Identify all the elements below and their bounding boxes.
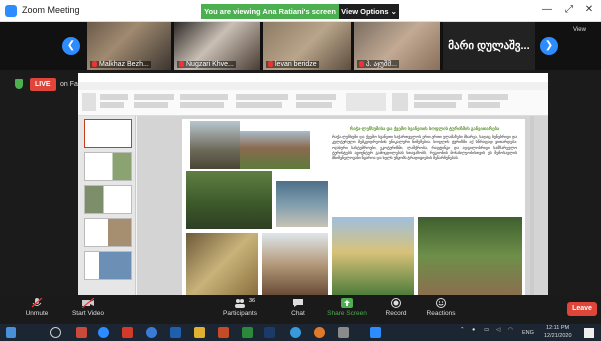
view-label[interactable]: View: [573, 27, 586, 33]
muted-mic-icon: [359, 61, 364, 68]
window-title: Zoom Meeting: [22, 5, 80, 15]
slide-photo: [240, 131, 310, 169]
slide-thumbnail[interactable]: [84, 218, 132, 247]
network-icon[interactable]: ▭: [484, 327, 489, 333]
participant-name: პ. აჯუშშ...: [366, 61, 397, 68]
slide-body-text: რაჭა-ლეჩხუმი და ქვემო სვანეთი საქართველო…: [332, 135, 517, 161]
participant-tile[interactable]: levan beridze: [263, 22, 351, 70]
chrome-icon[interactable]: [98, 327, 109, 338]
participant-tile[interactable]: Malkhaz Bezh...: [87, 22, 171, 70]
slide-photo: [190, 121, 240, 169]
participants-count: 36: [249, 298, 256, 304]
slide-thumbnail[interactable]: [84, 152, 132, 181]
app-icon[interactable]: [338, 327, 349, 338]
smiley-reaction-icon: [436, 298, 446, 308]
clock-date[interactable]: 12/21/2020: [544, 333, 572, 339]
slide-thumbnail[interactable]: [84, 119, 132, 148]
muted-mic-icon: [92, 61, 97, 68]
clock-time[interactable]: 12:11 PM: [546, 325, 569, 331]
reactions-button[interactable]: Reactions: [423, 298, 459, 317]
chat-bubble-icon: [293, 299, 303, 307]
tray-chevron-icon[interactable]: ⌃: [460, 327, 465, 333]
participant-tile[interactable]: Nugzari Khve...: [174, 22, 260, 70]
wifi-icon[interactable]: ◠: [508, 327, 513, 333]
participant-name: Malkhaz Bezh...: [99, 61, 149, 68]
file-explorer-icon[interactable]: [194, 327, 205, 338]
slide-heading: რაჭა-ლეჩხუმისა და ქვემო სვანეთის სოფლის …: [349, 126, 500, 131]
start-video-button[interactable]: Start Video: [66, 298, 110, 317]
title-bar: Zoom Meeting You are viewing Ana Ratiani…: [0, 0, 601, 22]
browser-icon[interactable]: [146, 327, 157, 338]
record-icon: [391, 298, 401, 308]
search-icon[interactable]: [50, 327, 61, 338]
input-language[interactable]: ENG: [522, 330, 534, 336]
slide-thumbnail[interactable]: [84, 185, 132, 214]
browser-icon[interactable]: [290, 327, 301, 338]
slide-photo: [186, 171, 272, 229]
acrobat-icon[interactable]: [122, 327, 133, 338]
unmute-button[interactable]: Unmute: [18, 298, 56, 317]
spreadsheet-icon[interactable]: [242, 327, 253, 338]
slide-photo: [276, 181, 328, 227]
share-screen-icon: [341, 298, 353, 308]
zoom-window: Zoom Meeting You are viewing Ana Ratiani…: [0, 0, 601, 341]
slide-photo: [418, 217, 522, 295]
slide-photo: [262, 233, 328, 295]
slide-thumbnail[interactable]: [84, 251, 132, 280]
current-slide[interactable]: რაჭა-ლეჩხუმისა და ქვემო სვანეთის სოფლის …: [182, 119, 525, 295]
paste-icon: [82, 93, 96, 111]
notification-icon[interactable]: [584, 328, 594, 338]
ppt-ribbon: [78, 90, 548, 116]
participant-tile[interactable]: პ. აჯუშშ...: [354, 22, 440, 70]
slide-photo: [186, 233, 258, 295]
ppt-menu-bar: [78, 82, 548, 99]
vertical-scrollbar[interactable]: [530, 116, 534, 296]
close-icon[interactable]: ✕: [582, 3, 596, 17]
share-screen-button[interactable]: Share Screen: [324, 298, 370, 317]
muted-mic-icon: [179, 61, 184, 68]
participant-name: levan beridze: [275, 61, 317, 68]
video-off-icon: [82, 298, 94, 308]
slide-editor: რაჭა-ლეჩხუმისა და ქვემო სვანეთის სოფლის …: [137, 116, 548, 295]
shared-screen: რაჭა-ლეჩხუმისა და ქვემო სვანეთის სოფლის …: [78, 73, 548, 295]
live-badge[interactable]: LIVE: [30, 78, 56, 91]
zoom-taskbar-icon[interactable]: [370, 327, 381, 338]
security-shield-icon: [15, 79, 23, 89]
firefox-icon[interactable]: [314, 327, 325, 338]
participants-icon: [235, 299, 245, 308]
view-options-button[interactable]: View Options ⌄: [339, 4, 399, 19]
participant-name-tile[interactable]: მარი დულაშვ...: [443, 22, 535, 70]
leave-button[interactable]: Leave: [567, 302, 597, 316]
volume-icon[interactable]: ◁: [496, 327, 500, 333]
muted-mic-icon: [268, 61, 273, 68]
chat-button[interactable]: Chat: [284, 298, 312, 317]
ppt-title-bar: [78, 73, 548, 82]
slide-thumbnails[interactable]: [78, 116, 136, 295]
tray-person-icon[interactable]: ●: [472, 327, 475, 333]
next-page-arrow-icon[interactable]: ❯: [540, 37, 558, 55]
restore-icon[interactable]: ⤢: [562, 3, 576, 17]
record-button[interactable]: Record: [381, 298, 411, 317]
app-icon[interactable]: [170, 327, 181, 338]
illustrator-icon[interactable]: [76, 327, 87, 338]
slide-photo: [332, 217, 414, 295]
powerpoint-icon[interactable]: [218, 327, 229, 338]
participant-name: Nugzari Khve...: [186, 61, 234, 68]
minimize-icon[interactable]: —: [540, 3, 554, 17]
previous-page-arrow-icon[interactable]: ❮: [62, 37, 80, 55]
photoshop-icon[interactable]: [264, 327, 275, 338]
muted-microphone-icon: [31, 298, 43, 308]
participants-button[interactable]: Participants: [218, 298, 262, 317]
screen-share-banner: You are viewing Ana Ratiani's screen: [201, 4, 339, 19]
zoom-logo-icon: [5, 5, 17, 17]
windows-start-icon[interactable]: [6, 327, 16, 338]
